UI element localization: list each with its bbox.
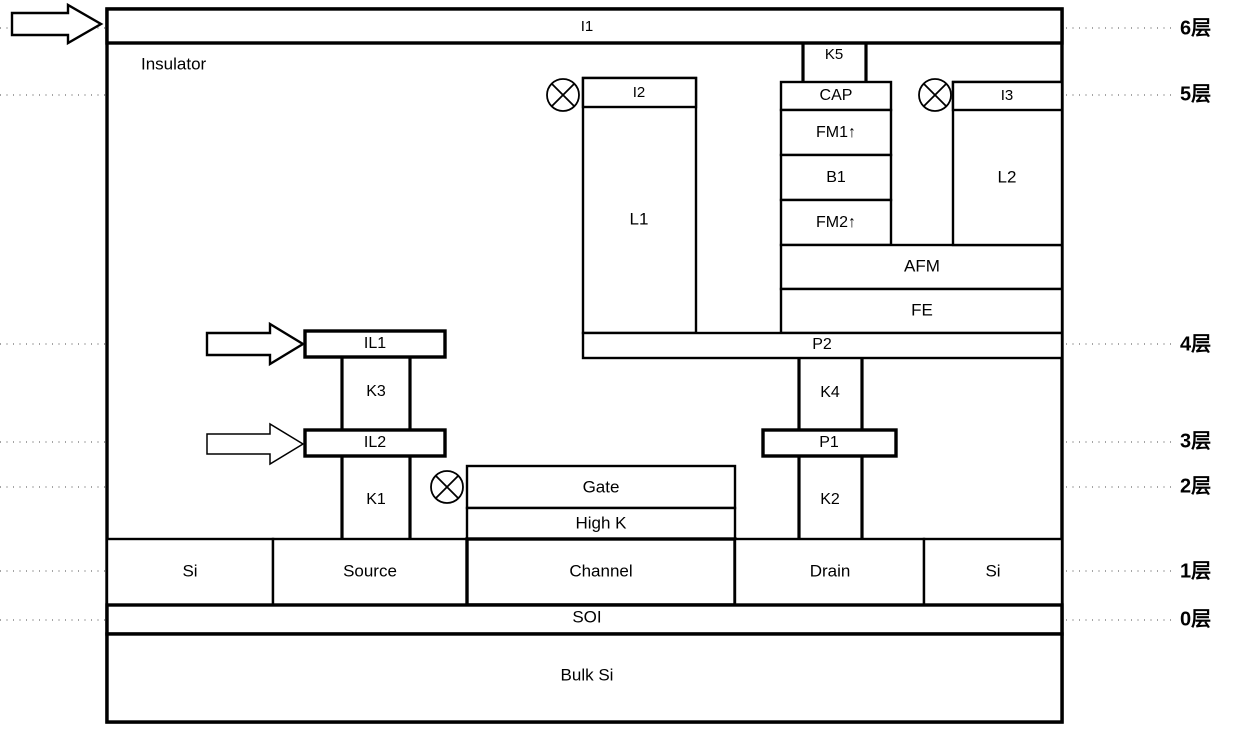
label-k5: K5 <box>825 46 843 63</box>
group-gate: Gate High K <box>465 464 737 541</box>
label-drain: Drain <box>810 561 851 580</box>
label-bulk-si: Bulk Si <box>561 665 614 684</box>
label-l2: L2 <box>998 167 1017 186</box>
label-gate: Gate <box>583 477 620 496</box>
label-source: Source <box>343 561 397 580</box>
label-si-left: Si <box>182 561 197 580</box>
label-channel: Channel <box>569 561 632 580</box>
annotation-arrow-insulator-top <box>10 2 104 46</box>
cross-circle-marker-i3 <box>918 78 952 112</box>
label-fm2: FM2↑ <box>816 214 856 231</box>
label-fe: FE <box>911 300 933 319</box>
layer-label-0: 0层 <box>1180 608 1211 630</box>
label-k4: K4 <box>820 384 840 401</box>
label-insulator: Insulator <box>141 54 207 73</box>
label-cap: CAP <box>820 87 853 104</box>
layer-label-6: 6层 <box>1180 17 1211 39</box>
label-il1: IL1 <box>364 335 386 352</box>
label-i1: I1 <box>581 18 594 35</box>
layer-label-1: 1层 <box>1180 560 1211 582</box>
layer-label-2: 2层 <box>1180 475 1211 497</box>
label-si-right: Si <box>985 561 1000 580</box>
label-i2: I2 <box>633 84 646 101</box>
cross-circle-marker-i2 <box>546 78 580 112</box>
layer-axis-labels: 6层 5层 4层 3层 2层 1层 0层 <box>1180 17 1211 630</box>
layer-label-4: 4层 <box>1180 333 1211 355</box>
layer-label-3: 3层 <box>1180 430 1211 452</box>
label-b1: B1 <box>826 169 846 186</box>
label-high-k: High K <box>575 513 627 532</box>
label-k2: K2 <box>820 491 840 508</box>
label-afm: AFM <box>904 256 940 275</box>
label-p1: P1 <box>819 434 839 451</box>
group-l2: I3 L2 <box>951 80 1064 247</box>
label-il2: IL2 <box>364 434 386 451</box>
cross-circle-marker-gate <box>430 470 464 504</box>
semiconductor-stack-diagram: I1 Insulator K5 I2 L1 CAP FM1↑ B1 FM2↑ A… <box>0 2 1211 724</box>
group-l1: I2 L1 <box>581 76 698 335</box>
block-l1 <box>581 76 698 335</box>
label-soi: SOI <box>572 607 601 626</box>
group-substrate-row: Si Source Channel Drain Si <box>105 537 1064 607</box>
label-p2: P2 <box>812 336 832 353</box>
diagram-canvas: I1 Insulator K5 I2 L1 CAP FM1↑ B1 FM2↑ A… <box>0 0 1240 738</box>
label-fm1: FM1↑ <box>816 124 856 141</box>
label-i3: I3 <box>1001 87 1014 104</box>
label-l1: L1 <box>630 209 649 228</box>
label-k1: K1 <box>366 491 386 508</box>
label-k3: K3 <box>366 383 386 400</box>
layer-label-5: 5层 <box>1180 83 1211 105</box>
